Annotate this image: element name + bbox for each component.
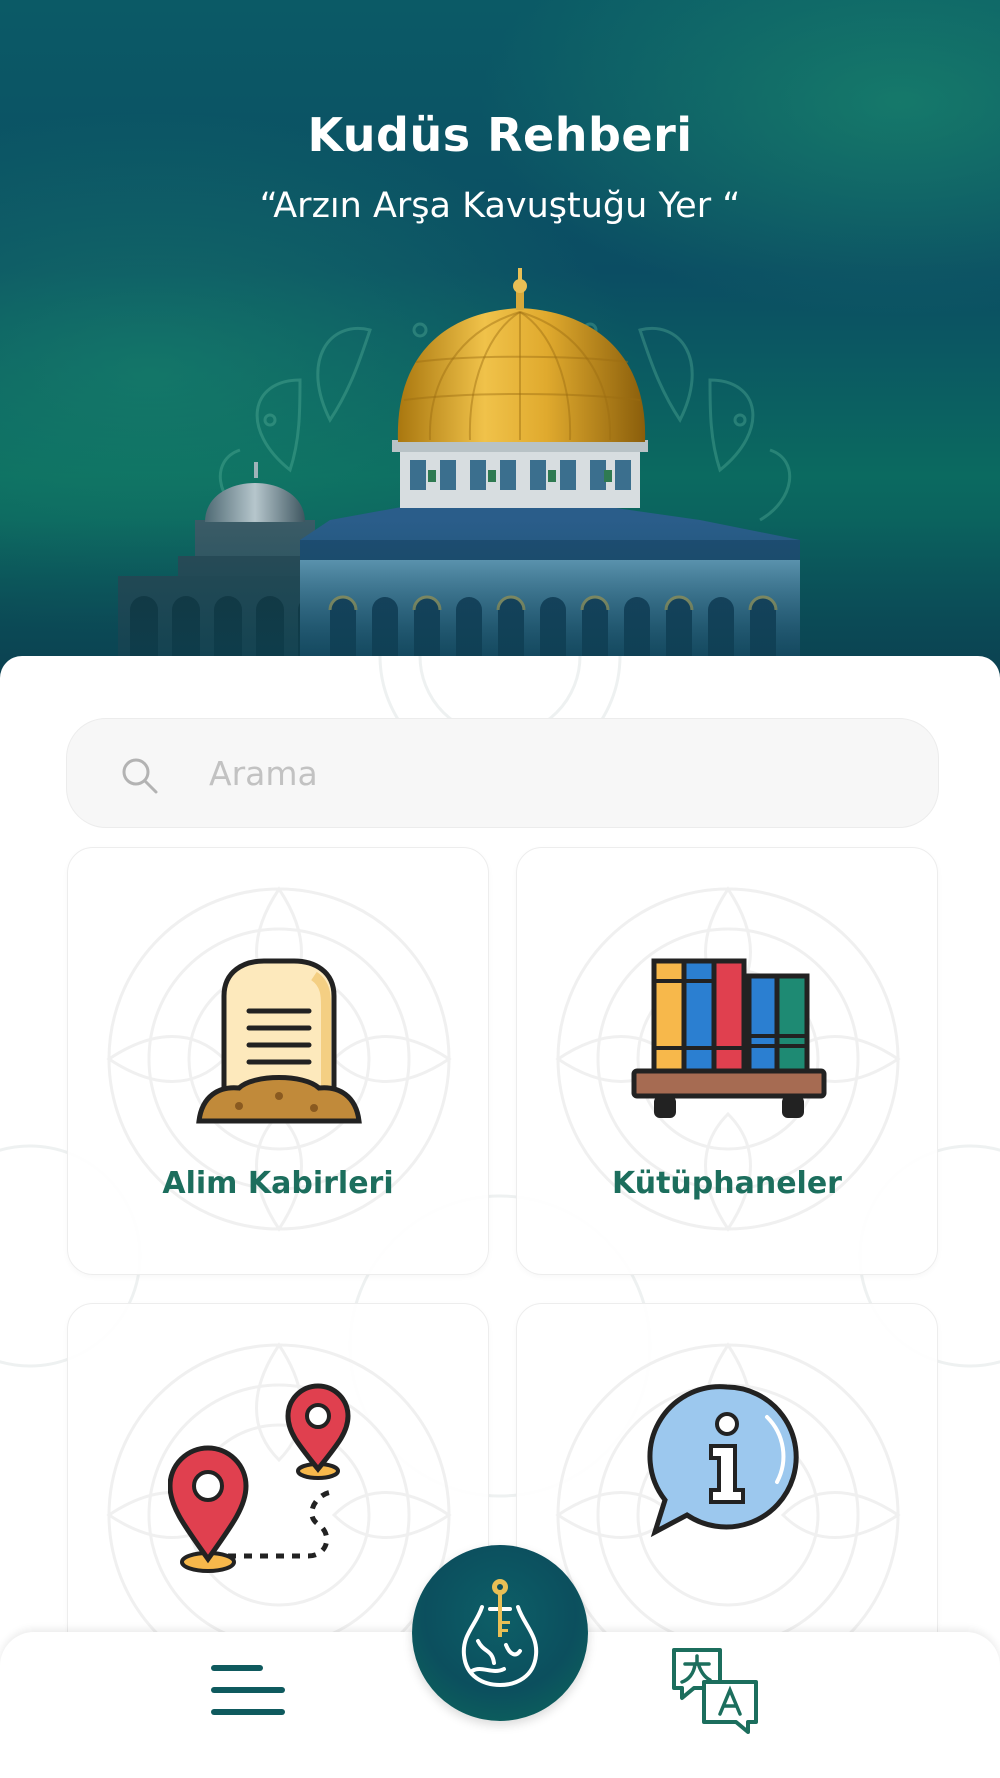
app-logo-icon (461, 1579, 539, 1688)
hero-banner: Kudüs Rehberi “Arzın Arşa Kavuştuğu Yer … (0, 0, 1000, 680)
card-label: Alim Kabirleri (162, 1166, 394, 1201)
app-subtitle: “Arzın Arşa Kavuştuğu Yer “ (259, 186, 741, 226)
search-bar[interactable] (66, 718, 939, 828)
translate-icon[interactable] (668, 1642, 764, 1738)
hamburger-menu-icon[interactable] (210, 1662, 286, 1718)
search-input[interactable] (209, 741, 889, 805)
card-label: Kütüphaneler (612, 1166, 842, 1201)
card-kutuphaneler[interactable]: Kütüphaneler (516, 847, 938, 1275)
books-icon (631, 958, 827, 1118)
dome-of-the-rock-illustration (0, 268, 1000, 680)
tombstone-icon (196, 958, 362, 1124)
home-logo-button[interactable] (412, 1545, 588, 1721)
app-title: Kudüs Rehberi (307, 108, 693, 162)
info-bubble-icon (647, 1384, 799, 1538)
search-icon (122, 758, 158, 794)
card-alim-kabirleri[interactable]: Alim Kabirleri (67, 847, 489, 1275)
map-route-icon (168, 1383, 351, 1573)
